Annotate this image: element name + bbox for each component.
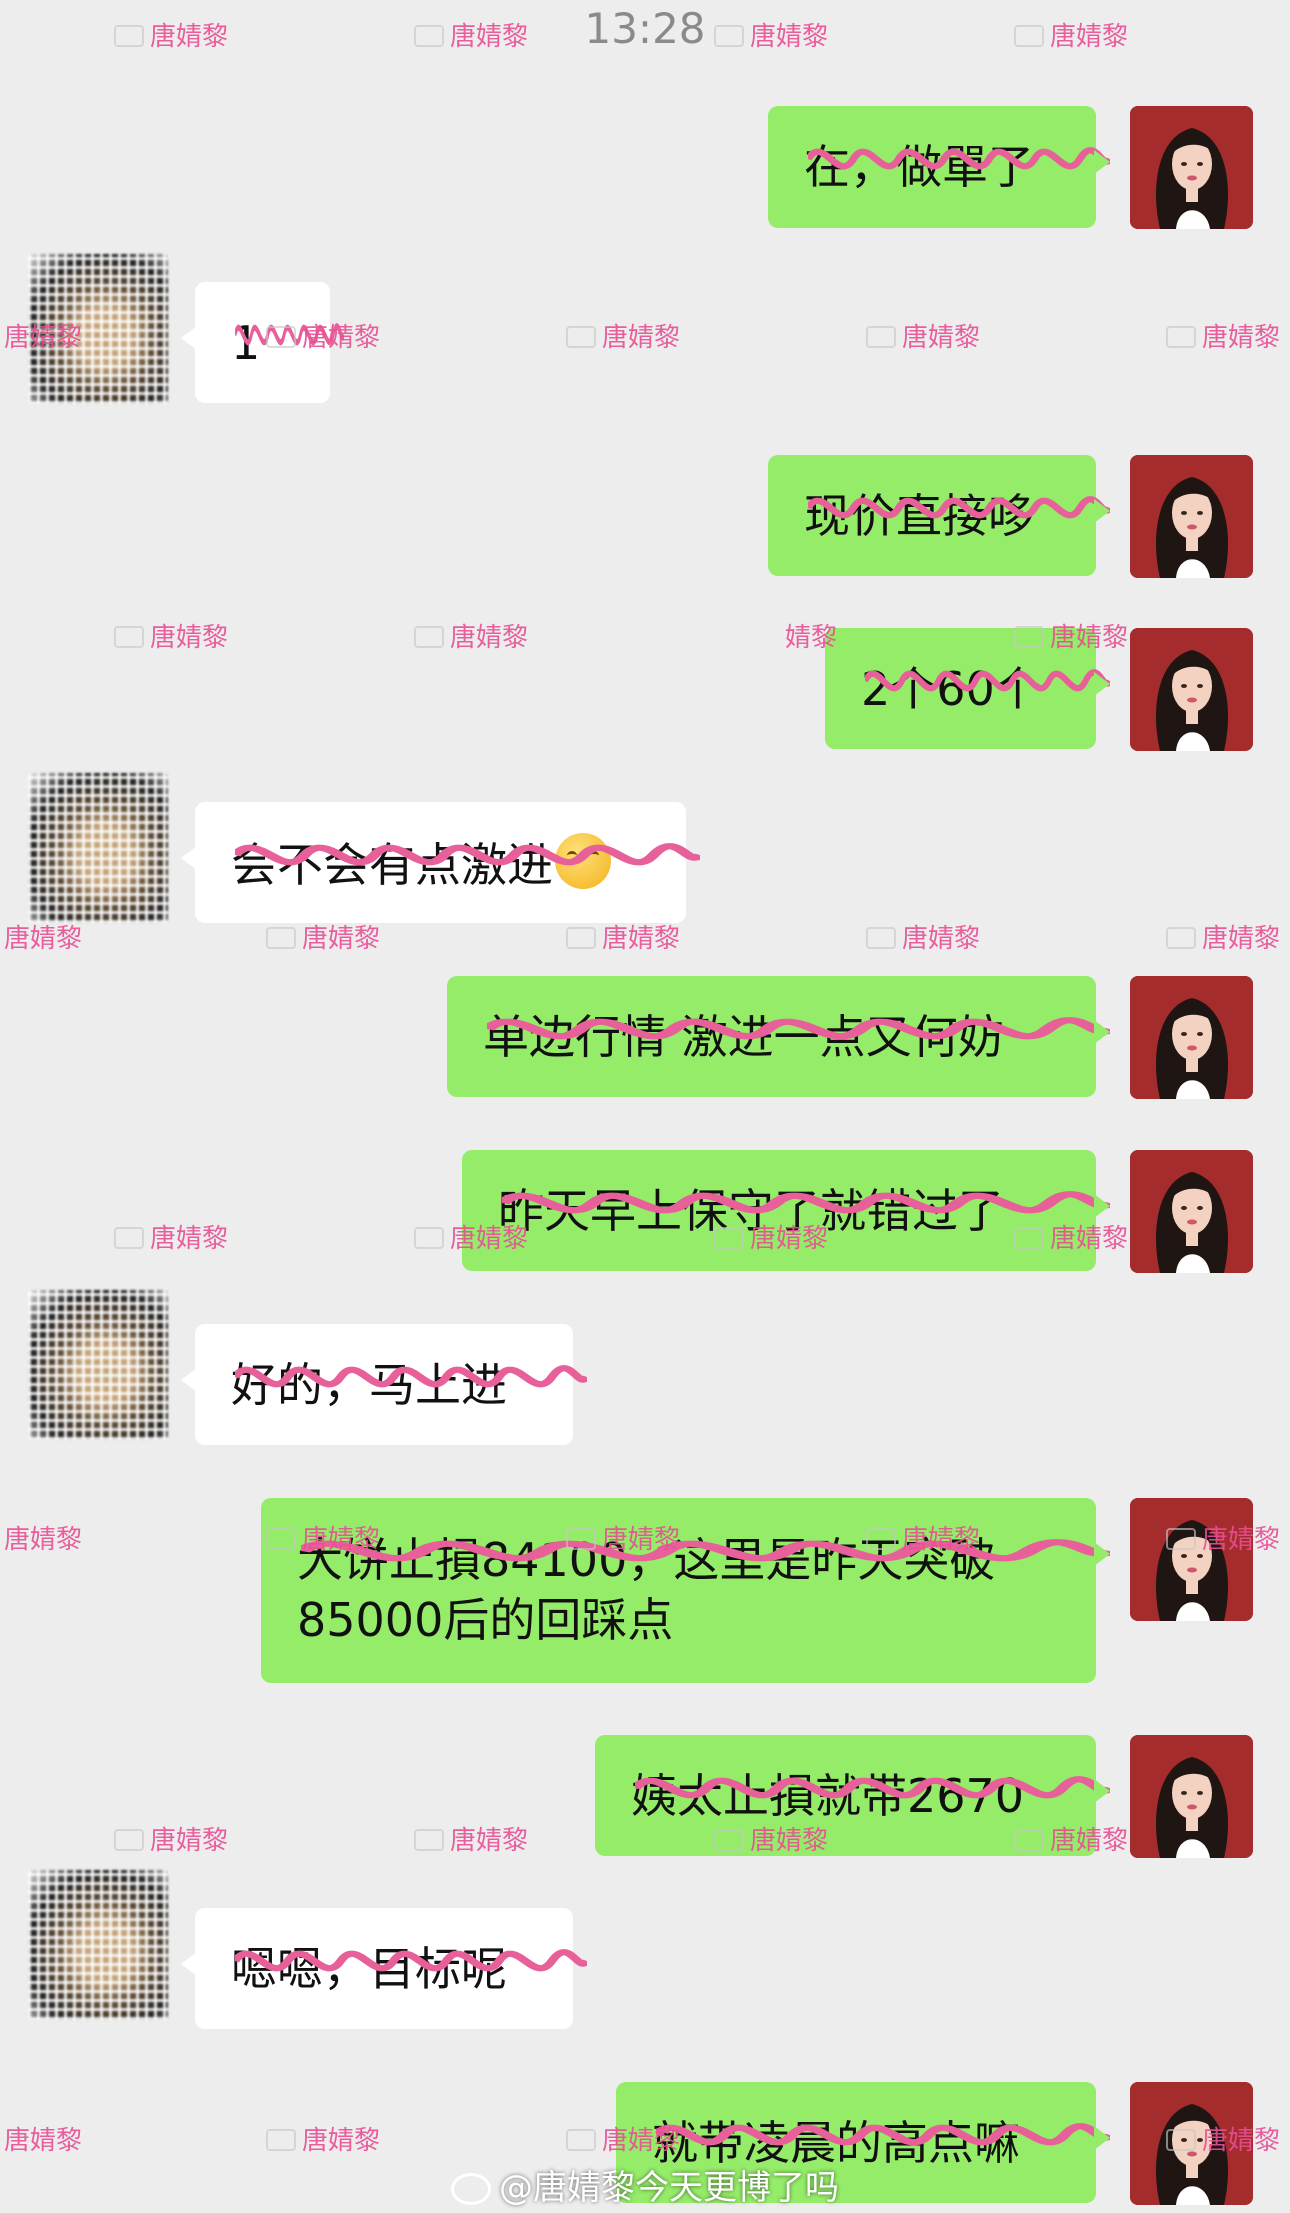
camera-icon [414,25,444,47]
camera-icon [866,1528,896,1550]
message-text: 会不会有点激进 [231,833,650,895]
camera-icon [714,1227,744,1249]
camera-icon [266,326,296,348]
camera-icon [266,1528,296,1550]
camera-icon [1166,326,1196,348]
thinking-face-icon [555,833,611,889]
camera-icon [414,1829,444,1851]
camera-icon [1014,626,1044,648]
camera-icon [566,326,596,348]
watermark: 唐婧黎 [714,1820,828,1857]
avatar[interactable] [28,1870,168,2020]
watermark: 唐婧黎 [414,1820,528,1857]
avatar[interactable] [1130,976,1253,1099]
avatar[interactable] [1130,106,1253,229]
camera-icon [114,626,144,648]
watermark: 唐婧黎 [1014,16,1128,53]
watermark: 唐婧黎 [714,16,828,53]
watermark: 唐婧黎 [414,617,528,654]
avatar[interactable] [1130,628,1253,751]
message-text: 2个60个 [861,662,1041,716]
camera-icon [714,25,744,47]
watermark: 唐婧黎 [414,1218,528,1255]
message-bubble[interactable]: 单边行情 激进一点又何妨 [447,976,1096,1097]
camera-icon [266,927,296,949]
watermark: 唐婧黎 [1014,1820,1128,1857]
camera-icon [114,1227,144,1249]
watermark: 唐婧黎 [714,1218,828,1255]
watermark: 唐婧黎 [566,2120,680,2157]
camera-icon [866,326,896,348]
watermark: 唐婧黎 [566,317,680,354]
watermark: 唐婧黎 [266,918,380,955]
camera-icon [714,1829,744,1851]
watermark: 唐婧黎 [4,924,83,954]
camera-icon [566,927,596,949]
message-text: 单边行情 激进一点又何妨 [483,1010,1004,1064]
watermark: 唐婧黎 [1014,1218,1128,1255]
avatar[interactable] [1130,455,1253,578]
watermark: 唐婧黎 [866,1519,980,1556]
watermark: 唐婧黎 [4,2126,83,2156]
camera-icon [414,626,444,648]
message-text: 现价直接哆 [804,489,1034,543]
message-bubble[interactable]: 在，做單了 [768,106,1096,228]
camera-icon [414,1227,444,1249]
camera-icon [114,25,144,47]
watermark: 唐婧黎 [266,1519,380,1556]
watermark: 唐婧黎 [114,1218,228,1255]
message-text: 姨太止損就带2670 [631,1769,1025,1823]
watermark: 唐婧黎 [114,16,228,53]
watermark: 唐婧黎 [1166,2120,1280,2157]
avatar[interactable] [1130,1150,1253,1273]
camera-icon [1014,1227,1044,1249]
watermark: 唐婧黎 [1166,1519,1280,1556]
camera-icon [1014,25,1044,47]
watermark: 唐婧黎 [114,617,228,654]
watermark: 唐婧黎 [414,16,528,53]
camera-icon [1166,2129,1196,2151]
watermark: 婧黎 [785,623,838,653]
watermark: 唐婧黎 [566,1519,680,1556]
watermark: 唐婧黎 [866,918,980,955]
watermark: 唐婧黎 [266,317,380,354]
watermark: 唐婧黎 [114,1820,228,1857]
watermark: 唐婧黎 [1014,617,1128,654]
avatar[interactable] [28,773,168,923]
camera-icon [1014,1829,1044,1851]
weibo-icon [451,2173,491,2205]
watermark: 唐婧黎 [266,2120,380,2157]
message-bubble[interactable]: 会不会有点激进 [181,802,686,923]
message-bubble[interactable]: 现价直接哆 [768,455,1096,576]
message-text: 在，做單了 [804,140,1034,194]
avatar[interactable] [1130,1498,1253,1621]
watermark: 唐婧黎 [1166,918,1280,955]
camera-icon [114,1829,144,1851]
message-bubble[interactable]: 嗯嗯，目标呢 [181,1908,573,2029]
camera-icon [566,2129,596,2151]
watermark: 唐婧黎 [566,918,680,955]
camera-icon [266,2129,296,2151]
watermark: 唐婧黎 [4,323,83,353]
watermark: 唐婧黎 [1166,317,1280,354]
message-text: 嗯嗯，目标呢 [231,1942,507,1996]
message-bubble[interactable]: 好的，马上进 [181,1324,573,1445]
avatar[interactable] [28,1290,168,1440]
camera-icon [1166,927,1196,949]
weibo-attribution: @唐婧黎今天更博了吗 [0,2160,1290,2209]
watermark: 唐婧黎 [4,1525,83,1555]
avatar[interactable] [1130,1735,1253,1858]
camera-icon [1166,1528,1196,1550]
camera-icon [566,1528,596,1550]
message-text: 好的，马上进 [231,1358,507,1412]
camera-icon [866,927,896,949]
watermark: 唐婧黎 [866,317,980,354]
